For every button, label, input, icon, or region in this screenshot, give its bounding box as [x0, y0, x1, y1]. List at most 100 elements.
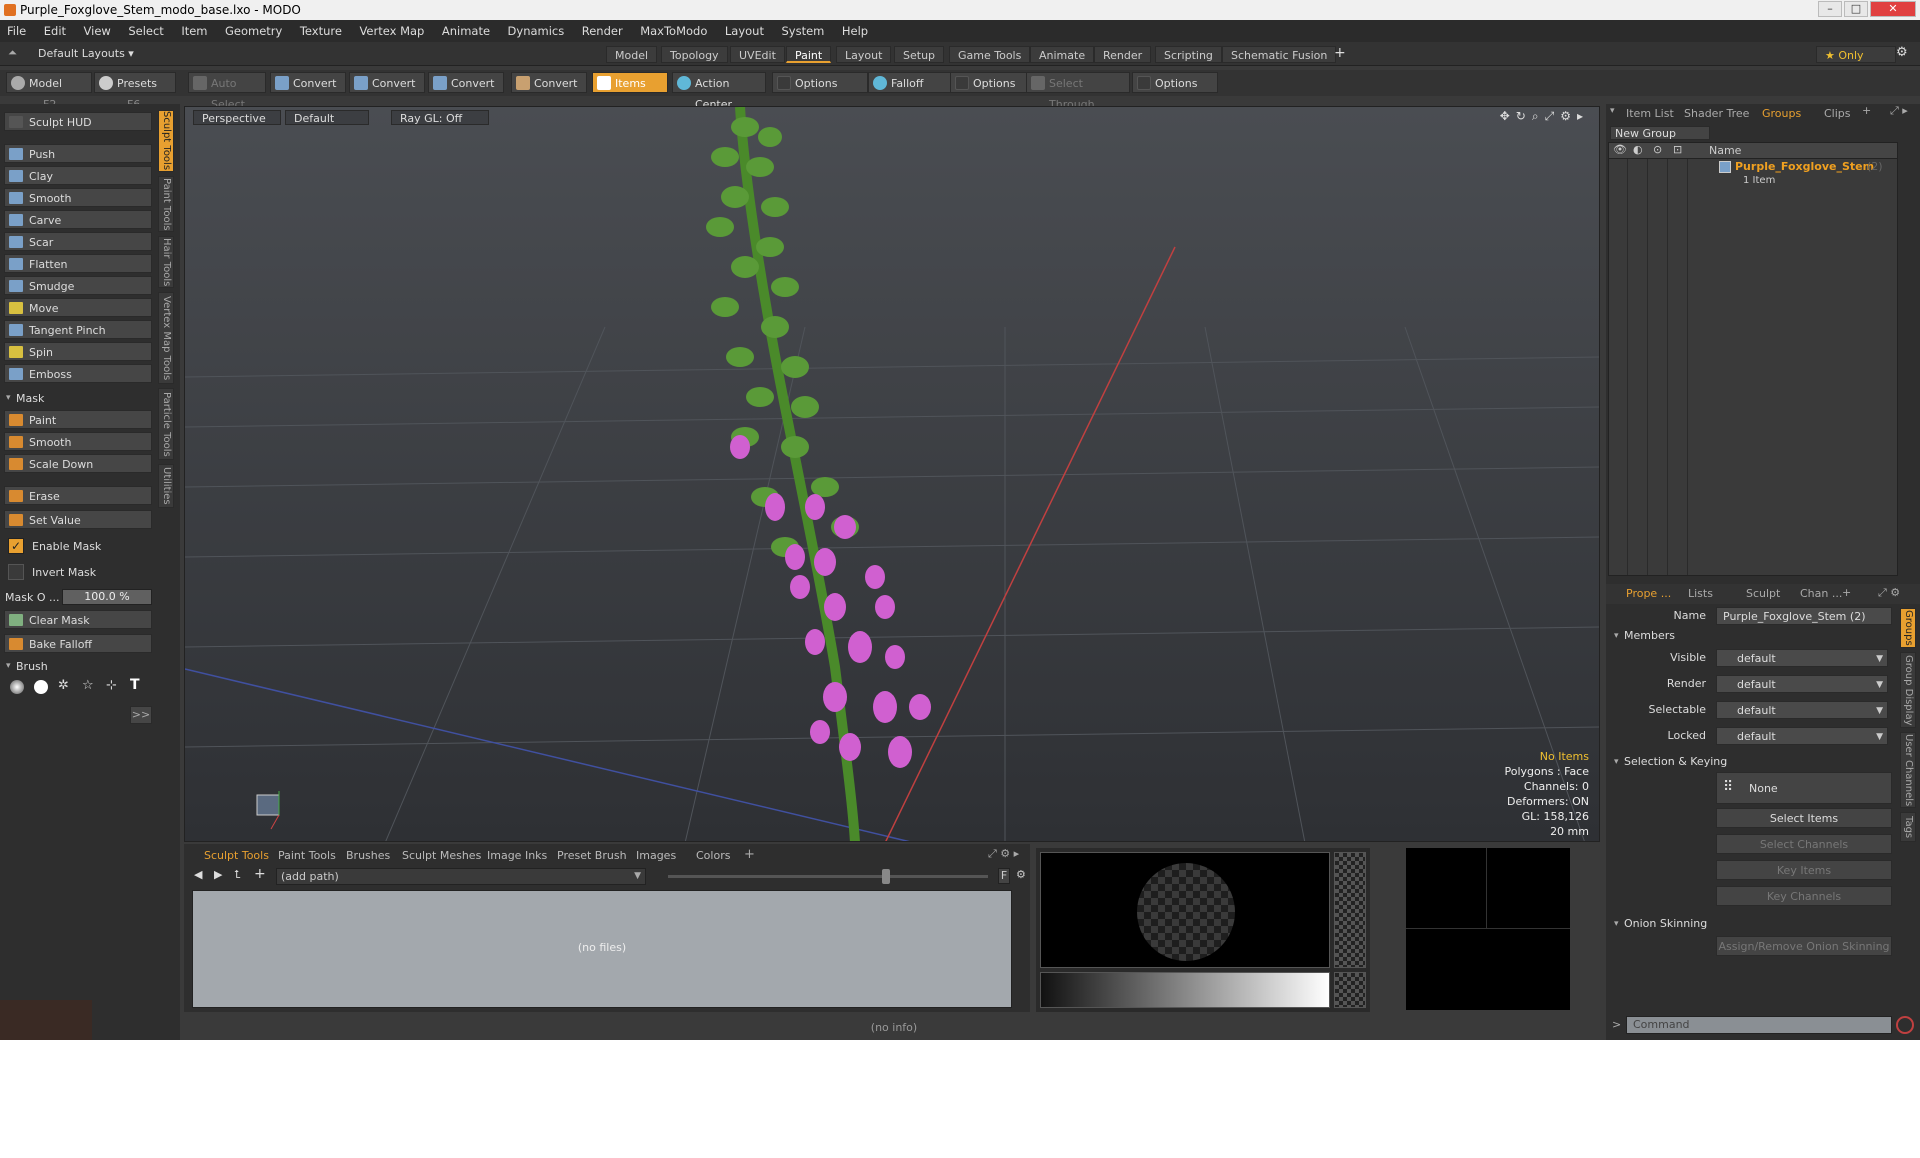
raygl-dropdown[interactable]: Ray GL: Off [391, 110, 489, 125]
menu-animate[interactable]: Animate [442, 24, 490, 38]
btab-sculpt-meshes[interactable]: Sculpt Meshes [402, 848, 481, 864]
falloff-options-button[interactable]: Options [950, 72, 1028, 93]
vtab-paint-tools[interactable]: Paint Tools [158, 176, 174, 232]
sculpt-hud-button[interactable]: Sculpt HUD [4, 112, 152, 131]
uv-preview-viewport[interactable] [1406, 848, 1570, 1010]
btab-paint-tools[interactable]: Paint Tools [278, 848, 336, 864]
falloff-button[interactable]: Falloff [868, 72, 954, 93]
stab-user-channels[interactable]: User Channels [1900, 732, 1916, 808]
text-brush-icon[interactable]: T [130, 677, 140, 693]
settings-icon[interactable]: ⚙ [1560, 109, 1577, 123]
action-center-button[interactable]: Action Center [672, 72, 766, 111]
menu-maxtomodo[interactable]: MaxToModo [640, 24, 707, 38]
key-items-button[interactable]: Key Items [1716, 860, 1892, 880]
select-items-button[interactable]: Select Items [1716, 808, 1892, 828]
btab-colors[interactable]: Colors [696, 848, 730, 864]
model-button[interactable]: Model F2 [6, 72, 92, 111]
menu-dynamics[interactable]: Dynamics [508, 24, 565, 38]
mask-section-header[interactable]: Mask [4, 390, 152, 407]
slider-handle[interactable] [882, 869, 890, 884]
tool-move[interactable]: Move [4, 298, 152, 317]
clear-mask-button[interactable]: Clear Mask [4, 610, 152, 629]
maximize-button[interactable]: □ [1844, 1, 1868, 17]
bake-falloff-button[interactable]: Bake Falloff [4, 634, 152, 653]
select-channels-button[interactable]: Select Channels [1716, 834, 1892, 854]
ptab-add-icon[interactable]: + [1842, 586, 1851, 599]
action-center-options-button[interactable]: Options [772, 72, 868, 93]
btab-image-inks[interactable]: Image Inks [487, 848, 547, 864]
selection-keying-header[interactable]: Selection & Keying [1610, 754, 1900, 770]
tool-clay[interactable]: Clay [4, 166, 152, 185]
pan-icon[interactable]: ✥ [1500, 109, 1516, 123]
key-channels-button[interactable]: Key Channels [1716, 886, 1892, 906]
tab-scripting[interactable]: Scripting [1155, 46, 1222, 63]
menu-render[interactable]: Render [582, 24, 623, 38]
menu-help[interactable]: Help [842, 24, 868, 38]
zoom-icon[interactable]: ⌕ [1532, 109, 1545, 123]
mask-erase[interactable]: Erase [4, 486, 152, 505]
layout-toggle-icon[interactable]: ⏶ [8, 46, 17, 60]
mask-set-value[interactable]: Set Value [4, 510, 152, 529]
btab-preset-brush[interactable]: Preset Brush [557, 848, 627, 864]
menu-system[interactable]: System [781, 24, 824, 38]
tool-emboss[interactable]: Emboss [4, 364, 152, 383]
tab-render[interactable]: Render [1094, 46, 1152, 63]
only-button[interactable]: ★ Only [1816, 46, 1896, 63]
viewport-nav-icons[interactable]: ✥↻⌕⤢⚙▸ [1500, 109, 1589, 124]
tool-carve[interactable]: Carve [4, 210, 152, 229]
path-dropdown[interactable]: (add path) ▼ [276, 868, 646, 885]
maximize-icon[interactable]: ⤢ [1545, 109, 1561, 123]
select-through-options-button[interactable]: Options [1132, 72, 1218, 93]
ptab-options-icons[interactable]: ⤢ ⚙ [1878, 586, 1900, 600]
invert-mask-checkbox[interactable] [8, 564, 24, 580]
members-header[interactable]: Members [1610, 628, 1900, 644]
vtab-vertex-map-tools[interactable]: Vertex Map Tools [158, 292, 174, 384]
add-tab-icon[interactable]: + [744, 847, 755, 862]
3d-viewport[interactable]: Perspective Default Ray GL: Off ✥↻⌕⤢⚙▸ N… [184, 106, 1600, 842]
browser-gear-icon[interactable]: ⚙ [1016, 868, 1026, 881]
ptab-lists[interactable]: Lists [1688, 586, 1713, 602]
enable-mask-checkbox[interactable]: ✓ [8, 538, 24, 554]
add-path-icon[interactable]: + [254, 866, 266, 882]
procedural-brush-icon[interactable]: ⊹ [106, 678, 117, 693]
panel-menu-icon[interactable]: ▾ [1610, 106, 1615, 116]
star-brush-icon[interactable]: ☆ [82, 678, 94, 693]
tab-schematic-fusion[interactable]: Schematic Fusion [1222, 46, 1337, 63]
tab-layout[interactable]: Layout [836, 46, 892, 63]
convert-vertices-button[interactable]: Convert [270, 72, 346, 93]
back-arrow-icon[interactable]: ◀ [194, 868, 202, 881]
menu-layout[interactable]: Layout [725, 24, 764, 38]
tab-model[interactable]: Model [606, 46, 658, 63]
group-row[interactable]: Purple_Foxglove_Stem (2) 1 Item [1609, 159, 1897, 189]
mask-smooth[interactable]: Smooth [4, 432, 152, 451]
select-icon[interactable]: ⊙ [1653, 143, 1662, 156]
filter-button[interactable]: F [998, 868, 1010, 884]
panel-expand-icon[interactable]: ⤢ ▸ [1890, 104, 1908, 118]
btab-sculpt-tools[interactable]: Sculpt Tools [204, 848, 269, 864]
ptab-properties[interactable]: Prope ... [1626, 586, 1671, 602]
convert-materials-button[interactable]: Convert [511, 72, 587, 93]
vtab-utilities[interactable]: Utilities [158, 464, 174, 508]
menu-texture[interactable]: Texture [300, 24, 342, 38]
selectable-dropdown[interactable]: default ▼ [1716, 701, 1888, 719]
panel-add-icon[interactable]: + [1862, 104, 1871, 117]
rtab-clips[interactable]: Clips [1824, 106, 1851, 122]
rtab-shader-tree[interactable]: Shader Tree [1684, 106, 1749, 122]
panel-options-icons[interactable]: ⤢ ⚙ ▸ [988, 847, 1019, 861]
forward-arrow-icon[interactable]: ▶ [214, 868, 222, 881]
shading-default-dropdown[interactable]: Default [285, 110, 369, 125]
mask-opacity-field[interactable]: 100.0 % [62, 589, 152, 605]
perspective-view-dropdown[interactable]: Perspective [193, 110, 281, 125]
command-input[interactable]: Command [1626, 1016, 1892, 1034]
presets-button[interactable]: Presets F6 [94, 72, 176, 111]
menu-edit[interactable]: Edit [44, 24, 66, 38]
menu-file[interactable]: File [7, 24, 26, 38]
minimize-button[interactable]: – [1818, 1, 1842, 17]
lock-icon[interactable]: ⊡ [1673, 143, 1682, 156]
up-folder-icon[interactable]: ⮤ [234, 868, 241, 882]
tool-smudge[interactable]: Smudge [4, 276, 152, 295]
menu-geometry[interactable]: Geometry [225, 24, 282, 38]
stab-group-display[interactable]: Group Display [1900, 652, 1916, 728]
expand-more-button[interactable]: >> [130, 706, 152, 724]
ptab-channels[interactable]: Chan ... [1800, 586, 1842, 602]
